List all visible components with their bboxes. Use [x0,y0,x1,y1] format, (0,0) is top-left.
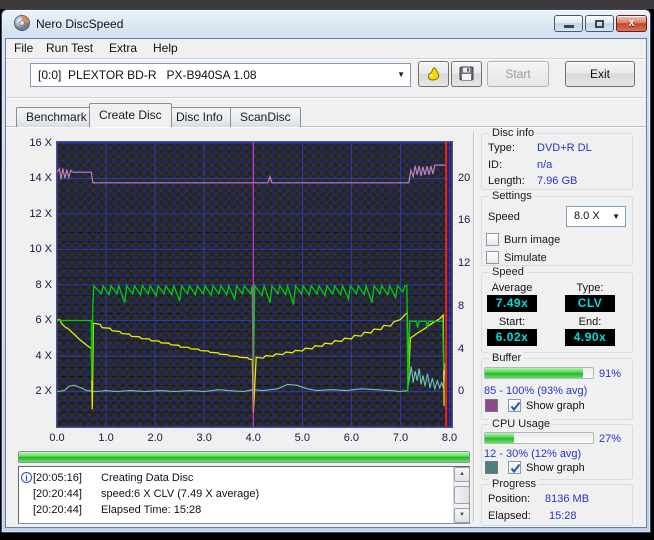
exit-button[interactable]: Exit [565,61,635,87]
log-time: [20:05:16] [33,472,82,484]
chart-frame [56,141,453,428]
log-message: speed:6 X CLV (7.49 X average) [101,488,260,500]
log-time: [20:20:44] [33,488,82,500]
cpu-percent: 27% [599,433,622,445]
elapsed-label: Elapsed: [488,510,531,522]
disc-id-label: ID: [488,159,503,171]
cpu-progress-bar [484,432,594,444]
app-disc-icon [13,14,31,32]
close-icon: x [628,17,635,29]
status-log[interactable]: i [20:05:16] Creating Data Disc [20:20:4… [18,466,470,524]
series-cpu-usage [57,363,447,393]
screen: Nero DiscSpeed x File Run Test Extra Hel… [0,0,654,540]
disc-id-value: n/a [537,159,553,171]
disc-type-value: DVD+R DL [537,142,592,154]
menu-separator [6,58,646,60]
log-message: Creating Data Disc [101,472,194,484]
tab-disc-info[interactable]: Disc Info [166,107,233,127]
menu-extra[interactable]: Extra [105,40,141,57]
menu-help[interactable]: Help [149,40,182,57]
speed-average-label: Average [491,282,533,294]
elapsed-value: 15:28 [549,510,577,522]
group-title: Settings [489,190,535,202]
group-title: CPU Usage [489,418,554,430]
buffer-color-swatch [485,399,498,412]
group-title: Buffer [489,352,525,364]
speed-average-display: 7.49x [487,295,537,312]
disc-length-value: 7.96 GB [537,175,578,187]
speed-select[interactable]: 8.0 X ▼ [566,206,626,227]
cpu-range: 12 - 30% (12% avg) [484,448,582,460]
tab-scandisc[interactable]: ScanDisc [230,107,301,127]
cpu-show-graph-label: Show graph [526,462,585,474]
burn-image-checkbox[interactable] [486,233,499,246]
maximize-icon [595,20,604,28]
chevron-down-icon: ▼ [397,70,405,79]
panel-separator [473,132,475,522]
speed-select-value: 8.0 X [574,210,600,222]
speed-end-label: End: [578,316,602,328]
log-scrollbar[interactable]: ▲ ▼ [453,467,470,523]
desktop-edge [0,0,654,9]
total-progress-bar [18,451,470,463]
buffer-progress-bar [484,367,594,379]
cpu-show-graph-checkbox[interactable] [508,461,521,474]
simulate-label: Simulate [504,252,547,264]
group-title: Progress [489,478,540,490]
drive-select[interactable]: [0:0] PLEXTOR BD-R PX-B940SA 1.08 ▼ [30,63,411,87]
tab-create-disc[interactable]: Create Disc [89,103,172,127]
maximize-button[interactable] [585,15,614,32]
speed-end-display: 4.90x [565,329,615,346]
minimize-icon [564,25,574,28]
total-progress-fill [19,452,469,462]
speed-type-label: Type: [576,282,604,294]
disc-length-label: Length: [488,175,525,187]
close-button[interactable]: x [616,15,647,32]
group-title: Speed [489,266,527,278]
cpu-progress-fill [485,433,515,443]
burn-image-label: Burn image [504,234,561,246]
cpu-color-swatch [485,461,498,474]
save-button[interactable] [451,61,482,87]
log-message: Elapsed Time: 15:28 [101,504,202,516]
series-rotation-speed [57,311,445,413]
minimize-button[interactable] [554,15,583,32]
buffer-show-graph-label: Show graph [526,400,585,412]
log-row: [20:20:44] speed:6 X CLV (7.49 X average… [19,486,449,502]
speed-start-display: 6.02x [487,329,537,346]
start-button[interactable]: Start [487,61,549,87]
simulate-checkbox[interactable] [486,251,499,264]
group-title: Disc info [489,127,538,139]
burn-options-button[interactable] [418,61,449,87]
position-label: Position: [488,493,531,505]
series-buffer-level [57,164,447,184]
disc-type-label: Type: [488,142,515,154]
log-row: i [20:05:16] Creating Data Disc [19,470,449,486]
create-disc-plot [57,142,452,427]
scroll-up-button[interactable]: ▲ [454,467,470,482]
toolbar-separator [6,97,646,99]
tab-benchmark[interactable]: Benchmark [16,107,97,127]
floppy-icon [459,66,474,81]
hand-icon [427,67,439,81]
menu-file[interactable]: File [10,40,37,57]
window-title: Nero DiscSpeed [36,17,124,31]
buffer-percent: 91% [599,368,622,380]
speed-select-label: Speed [488,211,520,223]
scroll-down-button[interactable]: ▼ [454,508,470,523]
buffer-range: 85 - 100% (93% avg) [484,385,588,397]
buffer-progress-fill [485,368,584,378]
speed-start-label: Start: [498,316,526,328]
scrollbar-thumb[interactable] [454,486,470,504]
speed-type-display: CLV [565,295,615,312]
drive-select-value: [0:0] PLEXTOR BD-R PX-B940SA 1.08 [38,68,257,82]
chevron-down-icon: ▼ [612,212,620,221]
info-icon: i [21,472,32,483]
log-row: [20:20:44] Elapsed Time: 15:28 [19,502,449,518]
menu-run-test[interactable]: Run Test [42,40,97,57]
buffer-show-graph-checkbox[interactable] [508,399,521,412]
position-value: 8136 MB [545,493,590,505]
log-time: [20:20:44] [33,504,82,516]
